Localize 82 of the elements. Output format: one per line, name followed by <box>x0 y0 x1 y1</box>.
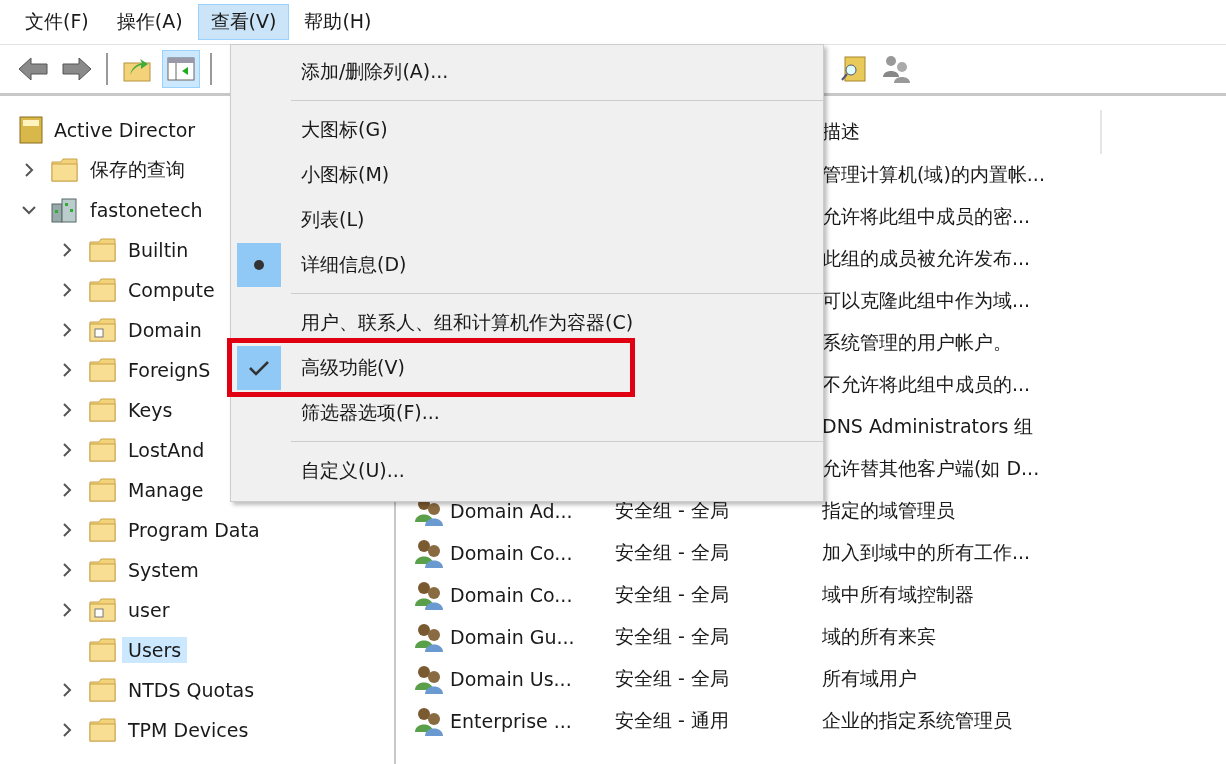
search-icon <box>839 55 867 83</box>
menu-title[interactable]: 查看(V) <box>197 4 290 40</box>
table-cell-text: 允许替其他客户端(如 D... <box>822 456 1041 481</box>
menu-item[interactable]: 详细信息(D) <box>301 251 407 278</box>
tree-item[interactable]: Active Director <box>48 117 202 143</box>
menu-item[interactable]: 列表(L) <box>301 206 365 233</box>
folder-document-icon <box>88 596 118 624</box>
table-cell-text: 安全组 - 全局 <box>614 624 730 649</box>
folder-document-icon <box>88 316 118 344</box>
tree-item[interactable]: Domain <box>122 317 208 343</box>
folder-icon <box>88 676 118 704</box>
table-cell-text: DNS Administrators 组 <box>822 414 1035 439</box>
forward-arrow-icon <box>61 56 93 82</box>
back-arrow-icon <box>17 56 49 82</box>
table-cell-text: 加入到域中的所有工作... <box>822 540 1032 565</box>
folder-icon <box>88 556 118 584</box>
menu-title[interactable]: 帮助(H) <box>291 4 385 40</box>
user-group-icon <box>414 622 446 652</box>
folder-icon <box>50 156 80 184</box>
folder-icon <box>88 516 118 544</box>
folder-icon <box>88 356 118 384</box>
table-cell-text: 系统管理的用户帐户。 <box>822 330 1013 355</box>
folder-icon <box>88 716 118 744</box>
toolbar-button[interactable] <box>162 50 200 88</box>
tree-item[interactable]: Manage <box>122 477 210 503</box>
table-cell-text: 安全组 - 全局 <box>614 540 730 565</box>
panel-toggle-icon <box>166 56 196 82</box>
user-group-icon <box>414 580 446 610</box>
table-cell[interactable]: Domain Co... <box>450 584 573 606</box>
tree-item[interactable]: fastonetech <box>84 197 209 223</box>
table-cell[interactable]: Enterprise ... <box>450 710 572 732</box>
table-cell-text: 域中所有域控制器 <box>822 582 975 607</box>
table-cell[interactable]: Domain Ad... <box>450 500 573 522</box>
menu-item[interactable]: 用户、联系人、组和计算机作为容器(C) <box>301 309 634 336</box>
menu-item[interactable]: 自定义(U)... <box>301 457 405 484</box>
user-group-icon <box>414 538 446 568</box>
folder-icon <box>88 636 118 664</box>
table-cell-text: 安全组 - 全局 <box>614 498 730 523</box>
table-cell-text: 安全组 - 通用 <box>614 708 730 733</box>
folder-icon <box>88 476 118 504</box>
table-cell-text: 允许将此组中成员的密... <box>822 204 1032 229</box>
folder-icon <box>88 276 118 304</box>
tree-item[interactable]: Users <box>122 637 188 663</box>
radio-dot-icon <box>253 258 265 271</box>
buildings-icon <box>50 196 80 224</box>
user-group-icon <box>414 664 446 694</box>
tree-item[interactable]: user <box>122 597 176 623</box>
menu-title[interactable]: 文件(F) <box>12 4 102 40</box>
tree-item[interactable]: System <box>122 557 205 583</box>
table-cell[interactable]: Domain Gu... <box>450 626 575 648</box>
table-cell[interactable]: Domain Us... <box>450 668 572 690</box>
folder-icon <box>88 436 118 464</box>
tree-item[interactable]: Builtin <box>122 237 195 263</box>
table-cell-text: 安全组 - 全局 <box>614 666 730 691</box>
table-cell-text: 指定的域管理员 <box>822 498 956 523</box>
tree-item[interactable]: LostAnd <box>122 437 211 463</box>
table-cell-text: 此组的成员被允许发布... <box>822 246 1032 271</box>
tree-item[interactable]: 保存的查询 <box>84 155 191 185</box>
table-cell-text: 所有域用户 <box>822 666 918 691</box>
folder-icon <box>88 236 118 264</box>
console-root-icon <box>18 116 44 144</box>
folder-icon <box>88 396 118 424</box>
table-cell-text: 企业的指定系统管理员 <box>822 708 1013 733</box>
menu-item[interactable]: 高级功能(V) <box>301 354 405 381</box>
tree-item[interactable]: Program Data <box>122 517 266 543</box>
table-cell[interactable]: Domain Co... <box>450 542 573 564</box>
tree-item[interactable]: ForeignS <box>122 357 217 383</box>
tree-item[interactable]: NTDS Quotas <box>122 677 261 703</box>
table-cell-text: 不允许将此组中成员的... <box>822 372 1032 397</box>
menu-item[interactable]: 筛选器选项(F)... <box>301 399 440 426</box>
tree-item[interactable]: Keys <box>122 397 179 423</box>
menu-item[interactable]: 大图标(G) <box>301 116 388 143</box>
menu-title[interactable]: 操作(A) <box>103 4 196 40</box>
user-group-icon <box>414 706 446 736</box>
table-cell-text: 可以克隆此组中作为域... <box>822 288 1032 313</box>
menu-item[interactable]: 添加/删除列(A)... <box>301 58 449 85</box>
checkmark-icon <box>248 358 270 377</box>
table-cell-text: 安全组 - 全局 <box>614 582 730 607</box>
menu-item[interactable]: 小图标(M) <box>301 161 390 188</box>
tree-item[interactable]: TPM Devices <box>122 717 255 743</box>
tree-item[interactable]: Compute <box>122 277 221 303</box>
table-cell-text: 域的所有来宾 <box>822 624 937 649</box>
